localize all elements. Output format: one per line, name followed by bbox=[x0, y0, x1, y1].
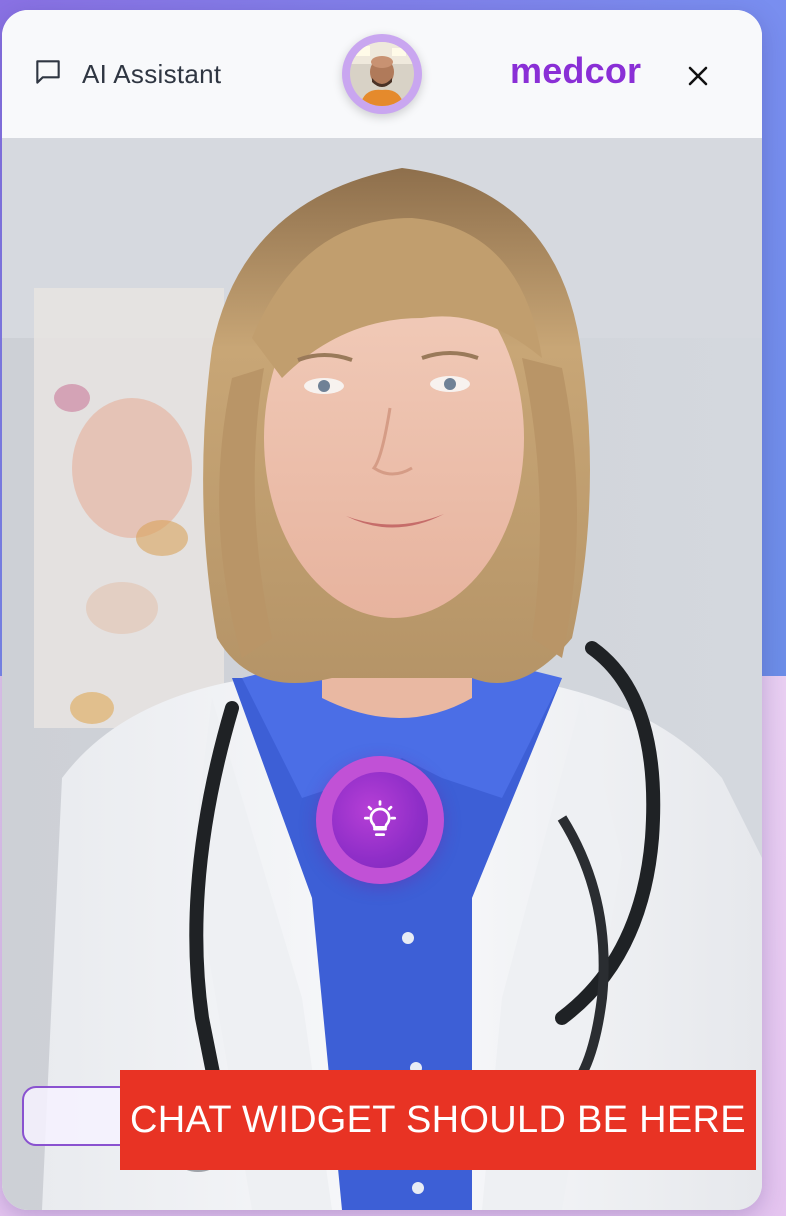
user-avatar[interactable] bbox=[342, 34, 422, 114]
avatar-photo bbox=[350, 42, 414, 106]
assistant-widget: AI Assistant medcor CHAT WIDGET SHOULD B… bbox=[2, 10, 762, 1210]
brand-logo: medcor bbox=[510, 50, 642, 91]
widget-header: AI Assistant medcor bbox=[2, 10, 762, 138]
avatar-video: CHAT WIDGET SHOULD BE HERE bbox=[2, 138, 762, 1210]
ai-assistant-label: AI Assistant bbox=[82, 58, 222, 89]
close-button[interactable] bbox=[682, 60, 714, 92]
lightbulb-icon bbox=[363, 800, 397, 837]
suggestions-button[interactable] bbox=[316, 756, 444, 884]
chat-bubble-icon bbox=[32, 56, 64, 93]
suggestions-button-inner bbox=[332, 772, 428, 868]
close-icon bbox=[688, 66, 708, 86]
ai-assistant-button[interactable]: AI Assistant bbox=[32, 56, 221, 92]
chat-widget-placeholder-banner: CHAT WIDGET SHOULD BE HERE bbox=[120, 1070, 756, 1170]
